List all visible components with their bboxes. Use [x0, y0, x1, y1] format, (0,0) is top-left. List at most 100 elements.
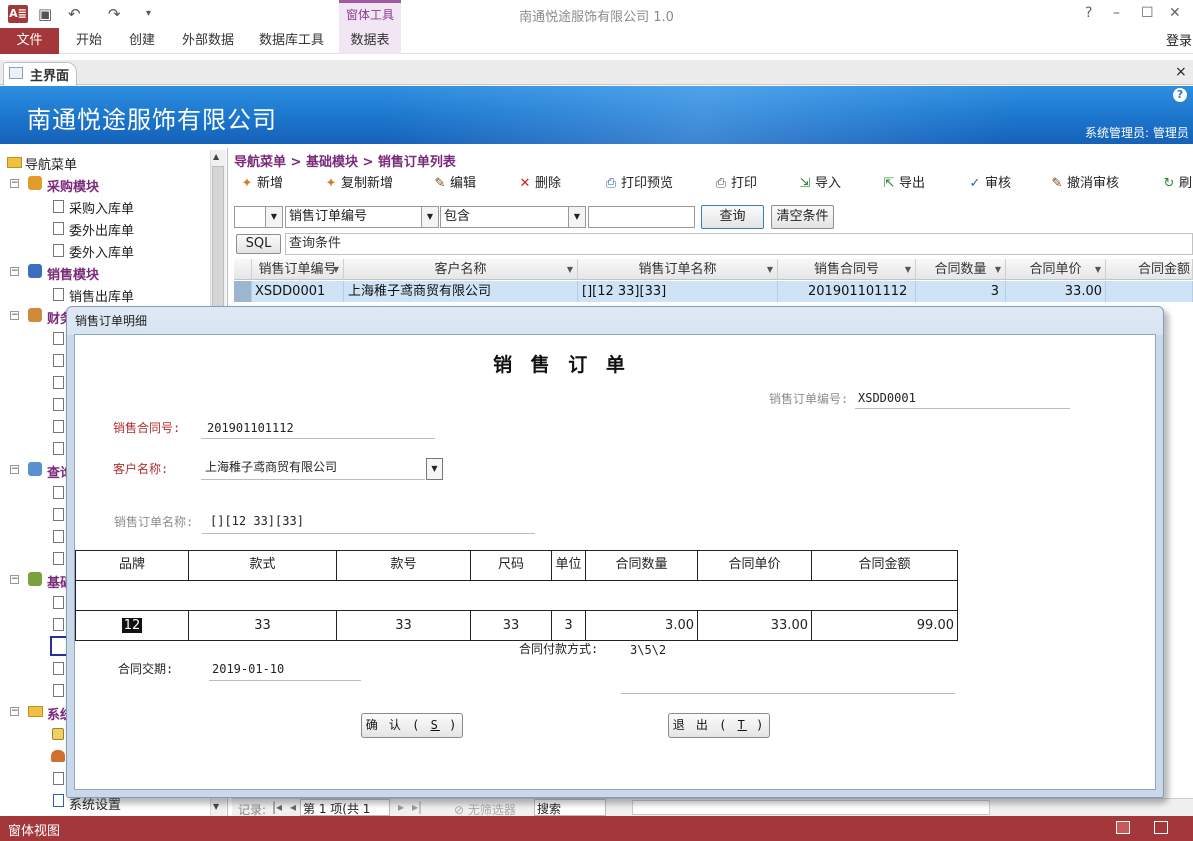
cell-unit[interactable]: 3: [551, 610, 586, 641]
operator-select[interactable]: 包含 ▼: [440, 206, 586, 228]
approve-icon: ✓: [969, 176, 981, 191]
minimize-button[interactable]: –: [1113, 5, 1120, 21]
detail-row[interactable]: 12 33 33 33 3 3.00 33.00 99.00: [75, 610, 958, 641]
nav-purchase-module[interactable]: 采购模块: [47, 176, 99, 195]
collapse-icon[interactable]: −: [10, 575, 19, 584]
clear-conditions-button[interactable]: 清空条件: [771, 205, 834, 229]
order-name-underline: [202, 533, 535, 534]
contract-no-label: 销售合同号:: [113, 421, 181, 435]
field-select[interactable]: 销售订单编号 ▼: [285, 206, 439, 228]
confirm-button[interactable]: 确 认 ( S ): [361, 713, 463, 738]
collapse-icon[interactable]: −: [10, 267, 19, 276]
select-all-corner[interactable]: [234, 259, 252, 280]
cell-brand[interactable]: 12: [75, 610, 189, 641]
tab-datasheet[interactable]: 数据表: [339, 28, 401, 54]
maximize-button[interactable]: ☐: [1141, 5, 1154, 21]
form-view-icon[interactable]: [1116, 821, 1130, 834]
collapse-icon[interactable]: −: [10, 179, 19, 188]
filter-value-input[interactable]: [588, 206, 695, 228]
order-name-value[interactable]: [][12 33][33]: [210, 514, 304, 528]
import-button[interactable]: ⇲ 导入: [798, 172, 841, 196]
nav-purchase-inbound[interactable]: 采购入库单: [69, 198, 134, 217]
cancel-approve-button[interactable]: ✎ 撤消审核: [1050, 172, 1119, 196]
col-amount[interactable]: 合同金额: [1106, 259, 1193, 280]
nav-sales-outbound[interactable]: 销售出库单: [69, 286, 134, 305]
cell-style-no[interactable]: 33: [336, 610, 471, 641]
print-button[interactable]: ⎙ 打印: [714, 172, 757, 196]
sql-button[interactable]: SQL: [236, 234, 281, 254]
collapse-icon[interactable]: −: [10, 311, 19, 320]
th-style: 款式: [188, 550, 337, 581]
tab-database-tools[interactable]: 数据库工具: [259, 28, 324, 54]
document-icon: [53, 200, 64, 213]
payment-label: 合同付款方式:: [519, 642, 599, 656]
login-link[interactable]: 登录: [1166, 30, 1192, 49]
collapse-icon[interactable]: −: [10, 707, 19, 716]
cell-amount[interactable]: [1106, 281, 1193, 302]
cell-size[interactable]: 33: [470, 610, 552, 641]
nav-sales-module[interactable]: 销售模块: [47, 264, 99, 283]
cell-quantity[interactable]: 3: [916, 281, 1006, 302]
cell-order-name[interactable]: [][12 33][33]: [578, 281, 778, 302]
add-button[interactable]: ✦ 新增: [240, 172, 283, 196]
col-customer[interactable]: 客户名称 ▼: [344, 259, 578, 280]
help-icon[interactable]: ?: [1173, 88, 1187, 102]
col-contract-no[interactable]: 销售合同号 ▼: [778, 259, 916, 280]
logic-select[interactable]: ▼: [234, 206, 283, 228]
row-selector[interactable]: [234, 281, 252, 302]
nav-outsource-inbound[interactable]: 委外入库单: [69, 242, 134, 261]
customer-value[interactable]: 上海稚子鸢商贸有限公司: [205, 458, 337, 475]
help-button[interactable]: ?: [1085, 5, 1092, 21]
chevron-down-icon: ▼: [994, 265, 1001, 274]
print-preview-button[interactable]: ⎙ 打印预览: [604, 172, 673, 196]
cell-customer[interactable]: 上海稚子鸢商贸有限公司: [344, 281, 578, 302]
operator-select-value: 包含: [444, 209, 471, 224]
payment-value[interactable]: 3\5\2: [630, 643, 666, 657]
close-document-button[interactable]: ×: [1175, 64, 1187, 80]
order-no-value[interactable]: XSDD0001: [858, 391, 916, 405]
tab-file[interactable]: 文件: [0, 28, 59, 54]
col-order-no[interactable]: 销售订单编号 ▼: [252, 259, 344, 280]
cell-brand-value: 12: [121, 618, 143, 633]
layout-view-icon[interactable]: [1154, 821, 1168, 834]
tab-external-data[interactable]: 外部数据: [182, 28, 234, 54]
copy-add-button[interactable]: ✦ 复制新增: [324, 172, 393, 196]
nav-outsource-outbound[interactable]: 委外出库单: [69, 220, 134, 239]
refresh-button[interactable]: ↻ 刷: [1162, 172, 1192, 196]
col-quantity[interactable]: 合同数量 ▼: [916, 259, 1006, 280]
print-preview-icon: ⎙: [605, 176, 617, 191]
delivery-value[interactable]: 2019-01-10: [212, 662, 284, 676]
query-condition-field[interactable]: 查询条件: [285, 233, 1193, 255]
ribbon: [0, 28, 1193, 54]
col-quantity-label: 合同数量: [934, 262, 987, 277]
import-label: 导入: [815, 176, 842, 191]
delete-button[interactable]: ✕ 删除: [518, 172, 561, 196]
cell-order-no[interactable]: XSDD0001: [252, 281, 344, 302]
collapse-icon[interactable]: −: [10, 465, 19, 474]
confirm-accesskey: S: [430, 718, 440, 732]
cell-style[interactable]: 33: [188, 610, 337, 641]
cell-amount[interactable]: 99.00: [811, 610, 958, 641]
print-preview-label: 打印预览: [621, 176, 674, 191]
export-button[interactable]: ⇱ 导出: [882, 172, 925, 196]
cell-unit-price[interactable]: 33.00: [697, 610, 812, 641]
cell-contract-no[interactable]: 201901101112: [778, 281, 916, 302]
query-button[interactable]: 查询: [701, 205, 764, 229]
approve-button[interactable]: ✓ 审核: [968, 172, 1011, 196]
col-order-name[interactable]: 销售订单名称 ▼: [578, 259, 778, 280]
customer-dropdown-button[interactable]: ▼: [426, 458, 443, 480]
exit-button[interactable]: 退 出 ( T ): [668, 713, 770, 738]
chevron-down-icon: ▼: [1094, 265, 1101, 274]
tab-create[interactable]: 创建: [129, 28, 155, 54]
document-icon: [53, 618, 64, 631]
close-window-button[interactable]: ✕: [1169, 5, 1181, 21]
nav-root[interactable]: 导航菜单: [25, 154, 77, 173]
contract-no-value[interactable]: 201901101112: [207, 421, 294, 435]
filter-icon: ⊘: [454, 803, 468, 817]
tab-home[interactable]: 开始: [76, 28, 102, 54]
cell-unit-price[interactable]: 33.00: [1006, 281, 1106, 302]
col-unit-price[interactable]: 合同单价 ▼: [1006, 259, 1106, 280]
settings-icon: [53, 794, 64, 807]
edit-button[interactable]: ✎ 编辑: [433, 172, 476, 196]
cell-quantity[interactable]: 3.00: [585, 610, 698, 641]
